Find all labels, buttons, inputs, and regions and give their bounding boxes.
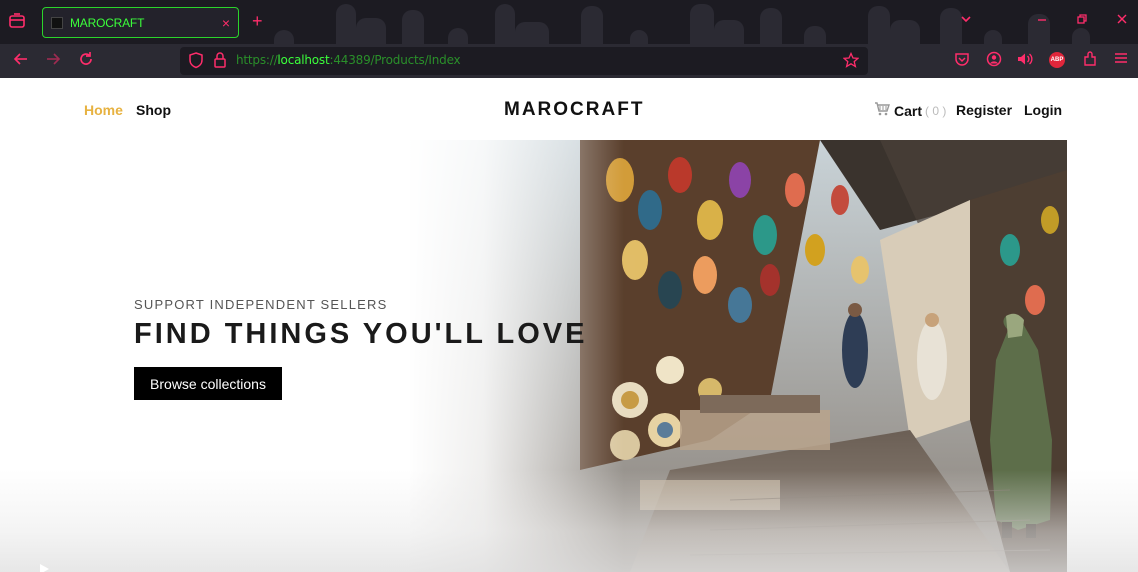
cart-icon [874, 102, 890, 119]
new-tab-button[interactable]: + [252, 11, 263, 32]
tab-title: MAROCRAFT [70, 15, 145, 30]
cart-count-badge: ( 0 ) [925, 103, 947, 118]
hero-bottom-fade [0, 470, 1138, 572]
nav-link-register[interactable]: Register [956, 102, 1012, 118]
nav-link-home[interactable]: Home [84, 102, 123, 118]
browser-toolbar: https://localhost:44389/Products/Index A… [0, 44, 1138, 78]
pocket-icon[interactable] [954, 51, 970, 72]
url-scheme: https:// [236, 53, 278, 67]
url-host: localhost [277, 53, 330, 67]
lock-icon[interactable] [213, 51, 227, 73]
nav-link-cart[interactable]: Cart ( 0 ) [874, 102, 946, 119]
browse-collections-button[interactable]: Browse collections [134, 367, 282, 400]
site-header: Home Shop MAROCRAFT Cart ( 0 ) Register … [0, 78, 1138, 140]
account-icon[interactable] [986, 51, 1002, 72]
chevron-down-icon[interactable] [960, 13, 972, 28]
hero-eyebrow: SUPPORT INDEPENDENT SELLERS [134, 297, 388, 312]
site-logo[interactable]: MAROCRAFT [504, 99, 644, 121]
forward-arrow-icon[interactable] [44, 50, 62, 73]
shield-icon[interactable] [188, 51, 204, 73]
page-content: Home Shop MAROCRAFT Cart ( 0 ) Register … [0, 78, 1138, 572]
volume-icon[interactable] [1016, 51, 1034, 72]
window-close-icon[interactable] [1116, 13, 1128, 28]
hero-headline: FIND THINGS YOU'LL LOVE [134, 318, 588, 350]
minimize-icon[interactable] [1036, 13, 1048, 28]
url-bar[interactable]: https://localhost:44389/Products/Index [180, 47, 868, 75]
reload-icon[interactable] [77, 50, 95, 73]
restore-icon[interactable] [1076, 13, 1088, 28]
nav-link-shop[interactable]: Shop [136, 102, 171, 118]
play-icon[interactable] [38, 562, 50, 572]
hero-banner: SUPPORT INDEPENDENT SELLERS FIND THINGS … [0, 140, 1138, 572]
browser-tab-bar: MAROCRAFT × + [0, 0, 1138, 44]
bookmark-star-icon[interactable] [842, 51, 860, 72]
tab-close-icon[interactable]: × [222, 15, 230, 31]
menu-icon[interactable] [1114, 51, 1128, 70]
tab-list-icon[interactable] [8, 12, 28, 32]
nav-link-login[interactable]: Login [1024, 102, 1062, 118]
cart-label: Cart [894, 102, 923, 119]
extensions-icon[interactable] [1082, 51, 1098, 72]
browser-tab-active[interactable]: MAROCRAFT × [42, 7, 239, 38]
back-arrow-icon[interactable] [12, 50, 30, 73]
adblock-icon[interactable]: ABP [1049, 52, 1065, 68]
url-text[interactable]: https://localhost:44389/Products/Index [236, 53, 461, 67]
favicon-icon [51, 16, 63, 29]
url-path: :44389/Products/Index [329, 53, 461, 67]
